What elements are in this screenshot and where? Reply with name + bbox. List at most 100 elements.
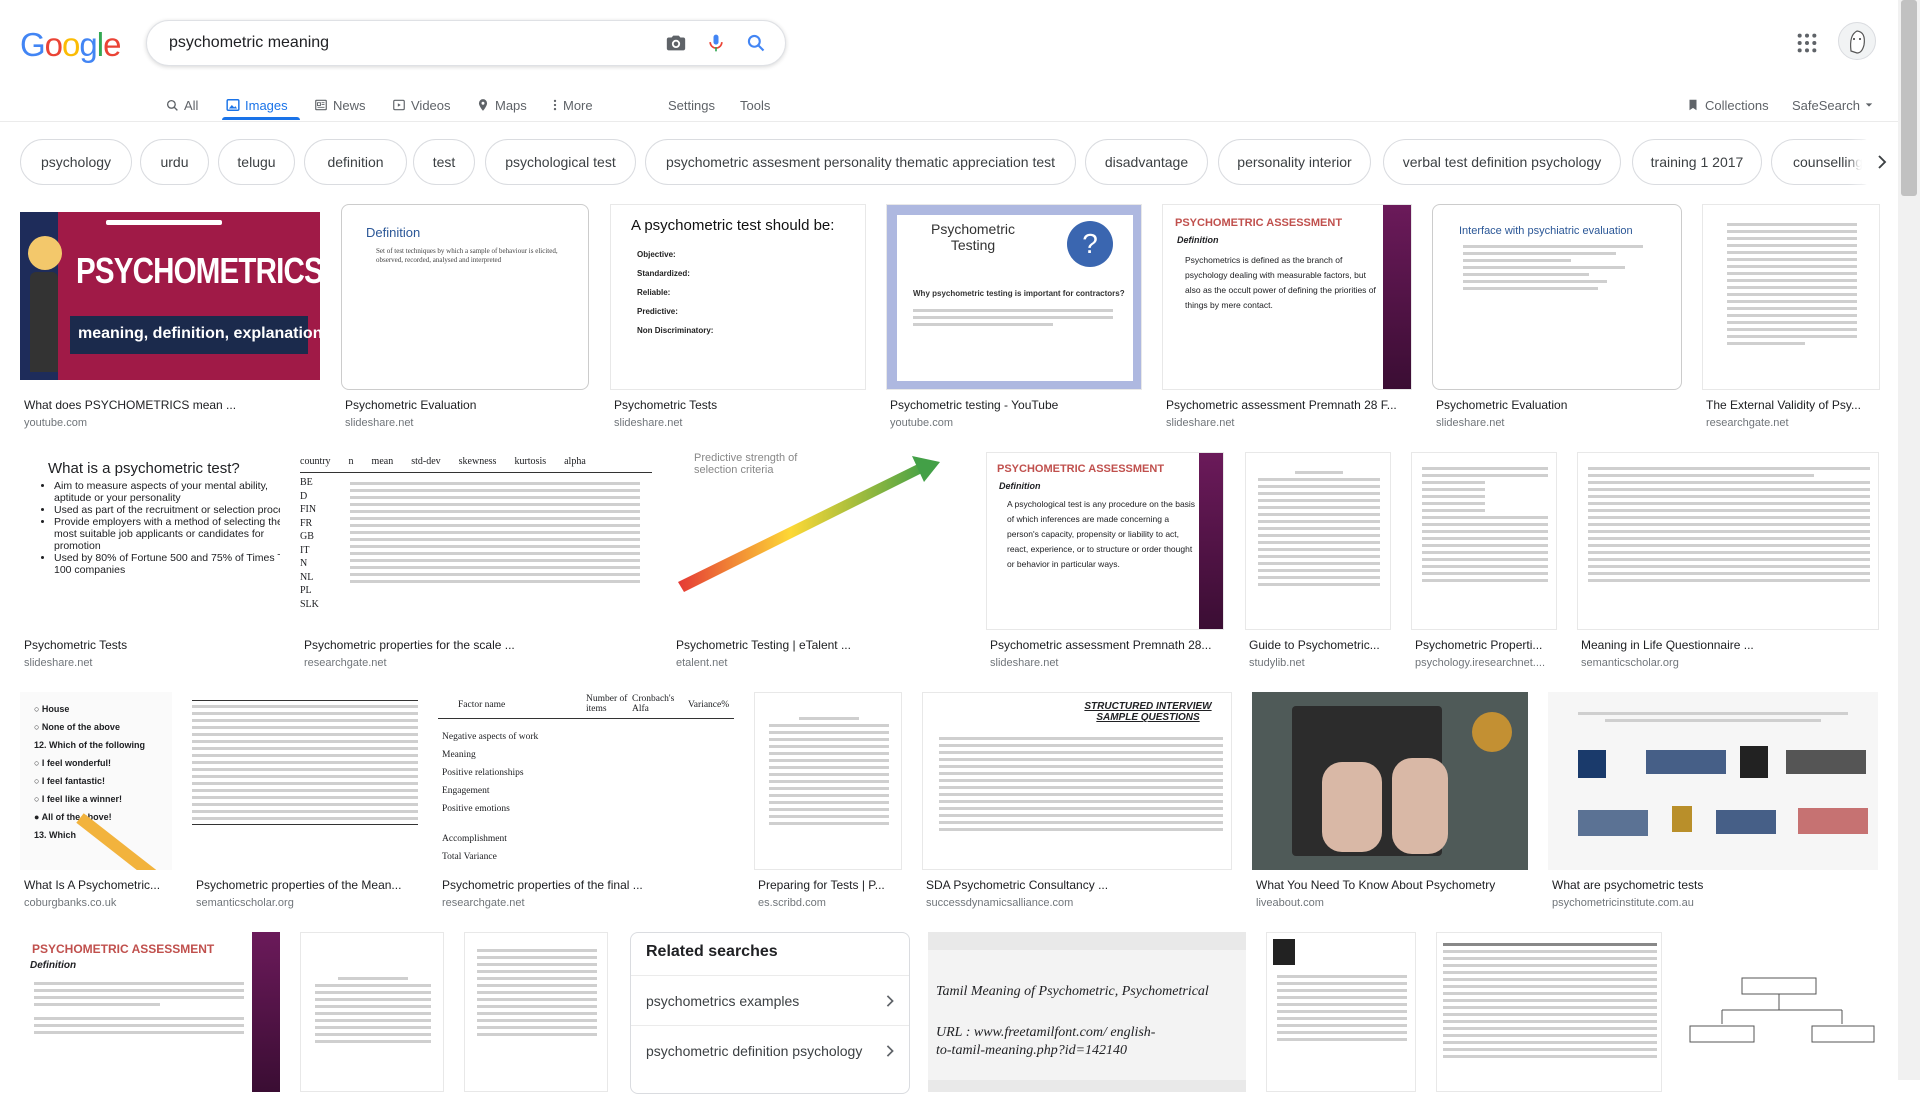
collections-link[interactable]: Collections	[1686, 88, 1769, 122]
scrollbar-thumb[interactable]	[1901, 0, 1917, 196]
related-search-item[interactable]: psychometric definition psychology	[631, 1025, 909, 1075]
chip-definition[interactable]: definition	[304, 139, 407, 185]
tab-videos[interactable]: Videos	[392, 88, 451, 122]
tab-all[interactable]: All	[166, 88, 198, 122]
table-row: GB	[300, 531, 314, 542]
result-thumbnail[interactable]	[300, 932, 444, 1092]
tab-news[interactable]: News	[314, 88, 366, 122]
logo-letter: o	[62, 26, 80, 63]
chip-psychology[interactable]: psychology	[20, 139, 132, 185]
result-title[interactable]: What You Need To Know About Psychometry	[1256, 878, 1526, 892]
result-thumbnail[interactable]	[1577, 452, 1879, 630]
result-title[interactable]: Psychometric Properti...	[1415, 638, 1555, 652]
result-title[interactable]: Psychometric properties of the Mean...	[196, 878, 416, 892]
result-title[interactable]: Psychometric assessment Premnath 28...	[990, 638, 1220, 652]
chip-psychometric-assesment[interactable]: psychometric assesment personality thema…	[645, 139, 1076, 185]
result-thumbnail[interactable]: PSYCHOMETRIC ASSESSMENT Definition	[20, 932, 280, 1092]
image-icon	[226, 99, 240, 111]
table-header: std-dev	[411, 456, 441, 467]
table-row: BE	[300, 477, 313, 488]
result-thumbnail[interactable]: PSYCHOMETRICS meaning, definition, expla…	[20, 212, 320, 380]
result-thumbnail[interactable]: A psychometric test should be: Objective…	[610, 204, 866, 390]
result-thumbnail[interactable]	[1411, 452, 1557, 630]
tab-maps[interactable]: Maps	[476, 88, 527, 122]
search-input[interactable]	[167, 21, 641, 65]
tools-link[interactable]: Tools	[740, 88, 770, 122]
result-title[interactable]: The External Validity of Psy...	[1706, 398, 1878, 412]
result-domain: slideshare.net	[1436, 417, 1505, 429]
thumb-heading: Definition	[366, 225, 421, 240]
result-domain: researchgate.net	[442, 897, 525, 909]
table-row: Total Variance	[442, 852, 497, 862]
result-thumbnail[interactable]: Psychometric Testing ? Why psychometric …	[886, 204, 1142, 390]
thumb-heading: PSYCHOMETRIC ASSESSMENT	[32, 942, 215, 956]
result-thumbnail[interactable]: PSYCHOMETRIC ASSESSMENT Definition Psych…	[1162, 204, 1412, 390]
result-title[interactable]: Psychometric properties of the final ...	[442, 878, 732, 892]
account-avatar[interactable]	[1838, 22, 1876, 60]
result-thumbnail[interactable]	[192, 692, 418, 870]
thumb-body: A psychological test is any procedure on…	[1007, 499, 1196, 569]
microphone-icon[interactable]	[703, 30, 729, 56]
result-thumbnail[interactable]	[1682, 932, 1878, 1092]
result-thumbnail[interactable]: Factor name Number of items Cronbach's A…	[438, 692, 734, 870]
tab-more[interactable]: More	[552, 88, 593, 122]
table-header: country	[300, 456, 331, 467]
result-thumbnail[interactable]	[754, 692, 902, 870]
search-icon[interactable]	[743, 30, 769, 56]
chip-verbal-test[interactable]: verbal test definition psychology	[1383, 139, 1621, 185]
chip-psychological-test[interactable]: psychological test	[485, 139, 636, 185]
result-domain: semanticscholar.org	[196, 897, 294, 909]
result-thumbnail[interactable]	[1245, 452, 1391, 630]
camera-icon[interactable]	[663, 30, 689, 56]
tab-label: Images	[245, 97, 288, 113]
result-title[interactable]: What does PSYCHOMETRICS mean ...	[24, 398, 256, 412]
result-title[interactable]: Psychometric Tests	[24, 638, 278, 652]
result-title[interactable]: Psychometric Evaluation	[1436, 398, 1680, 412]
result-title[interactable]: Preparing for Tests | P...	[758, 878, 898, 892]
chip-training[interactable]: training 1 2017	[1632, 139, 1762, 185]
result-title[interactable]: What are psychometric tests	[1552, 878, 1876, 892]
result-thumbnail[interactable]: Predictive strength of selection criteri…	[672, 452, 966, 630]
result-thumbnail[interactable]	[1266, 932, 1416, 1092]
result-thumbnail[interactable]	[1252, 692, 1528, 870]
settings-label: Settings	[668, 97, 715, 113]
result-thumbnail[interactable]: country n mean std-dev skewness kurtosis…	[300, 452, 652, 630]
settings-link[interactable]: Settings	[668, 88, 715, 122]
result-thumbnail[interactable]: PSYCHOMETRIC ASSESSMENT Definition A psy…	[986, 452, 1224, 630]
google-logo[interactable]: Google	[20, 26, 121, 64]
chips-next-button[interactable]	[1862, 140, 1902, 184]
apps-grid-icon[interactable]	[1796, 32, 1818, 54]
result-thumbnail[interactable]: What is a psychometric test? Aim to meas…	[20, 452, 280, 630]
result-thumbnail[interactable]	[464, 932, 608, 1092]
result-thumbnail[interactable]: Definition Set of test techniques by whi…	[341, 204, 589, 390]
result-title[interactable]: Psychometric properties for the scale ..…	[304, 638, 648, 652]
result-thumbnail[interactable]: ○ House ○ None of the above 12. Which of t…	[20, 692, 172, 870]
result-title[interactable]: What Is A Psychometric...	[24, 878, 170, 892]
result-title[interactable]: Meaning in Life Questionnaire ...	[1581, 638, 1877, 652]
thumb-bullet: Non Discriminatory:	[637, 326, 714, 335]
result-thumbnail[interactable]: Interface with psychiatric evaluation	[1432, 204, 1682, 390]
chip-disadvantage[interactable]: disadvantage	[1085, 139, 1208, 185]
related-search-item[interactable]: psychometrics examples	[631, 975, 909, 1025]
result-thumbnail[interactable]	[1702, 204, 1880, 390]
safesearch-dropdown[interactable]: SafeSearch	[1792, 88, 1873, 122]
chip-urdu[interactable]: urdu	[140, 139, 209, 185]
result-domain: slideshare.net	[1166, 417, 1235, 429]
result-title[interactable]: Guide to Psychometric...	[1249, 638, 1389, 652]
search-box[interactable]	[146, 20, 786, 66]
result-title[interactable]: Psychometric Evaluation	[345, 398, 585, 412]
table-header: alpha	[564, 456, 586, 467]
result-thumbnail[interactable]	[1548, 692, 1878, 870]
result-title[interactable]: Psychometric assessment Premnath 28 F...	[1166, 398, 1410, 412]
result-title[interactable]: Psychometric Testing | eTalent ...	[676, 638, 962, 652]
chip-personality-interior[interactable]: personality interior	[1218, 139, 1371, 185]
result-thumbnail[interactable]: STRUCTURED INTERVIEW SAMPLE QUESTIONS	[922, 692, 1232, 870]
result-domain: coburgbanks.co.uk	[24, 897, 117, 909]
chip-telugu[interactable]: telugu	[218, 139, 295, 185]
result-thumbnail[interactable]	[1436, 932, 1662, 1092]
result-title[interactable]: Psychometric testing - YouTube	[890, 398, 1138, 412]
result-title[interactable]: Psychometric Tests	[614, 398, 862, 412]
chip-test[interactable]: test	[413, 139, 475, 185]
result-thumbnail[interactable]: Tamil Meaning of Psychometric, Psychomet…	[928, 932, 1246, 1092]
result-title[interactable]: SDA Psychometric Consultancy ...	[926, 878, 1230, 892]
